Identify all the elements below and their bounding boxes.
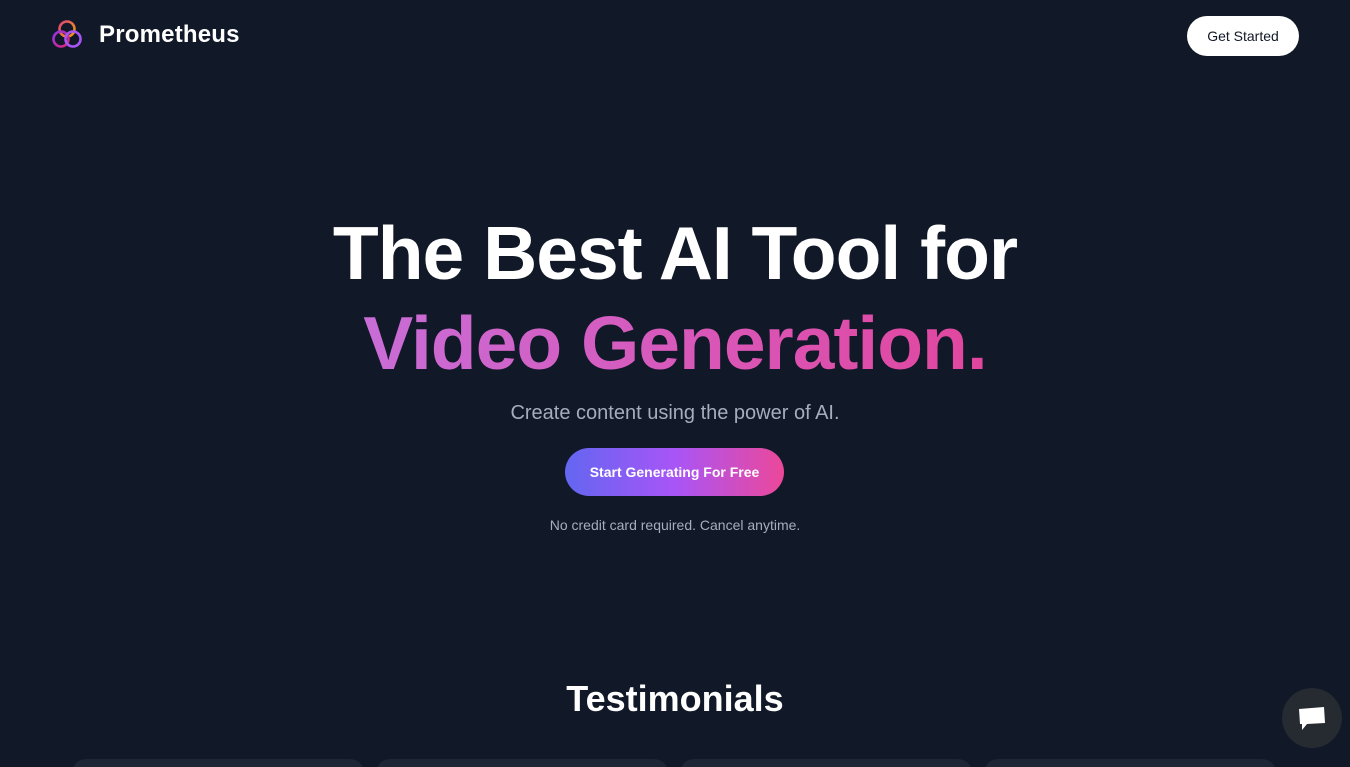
chat-bubble-icon bbox=[1299, 707, 1325, 730]
chat-button[interactable] bbox=[1282, 688, 1342, 748]
hero-headline-gradient-text: Video Generation. bbox=[363, 301, 987, 385]
brand-name: Prometheus bbox=[99, 21, 240, 48]
hero-headline-line2: Video Generation. bbox=[0, 300, 1350, 386]
hero-note: No credit card required. Cancel anytime. bbox=[549, 517, 801, 533]
start-generating-button[interactable]: Start Generating For Free bbox=[565, 448, 784, 496]
testimonials-title: Testimonials bbox=[566, 678, 784, 719]
testimonial-card bbox=[680, 759, 972, 767]
landing-page: Prometheus Get Started The Best AI Tool … bbox=[0, 0, 1350, 767]
hero-subtitle: Create content using the power of AI. bbox=[510, 402, 840, 424]
testimonial-card bbox=[72, 759, 364, 767]
testimonial-card bbox=[376, 759, 668, 767]
three-rings-logo-icon bbox=[52, 20, 82, 48]
get-started-button[interactable]: Get Started bbox=[1187, 16, 1299, 56]
hero-headline-line1: The Best AI Tool for bbox=[332, 211, 1018, 295]
brand-link[interactable]: Prometheus bbox=[50, 18, 240, 52]
top-nav: Prometheus Get Started bbox=[0, 0, 1350, 72]
testimonial-card bbox=[984, 759, 1276, 767]
